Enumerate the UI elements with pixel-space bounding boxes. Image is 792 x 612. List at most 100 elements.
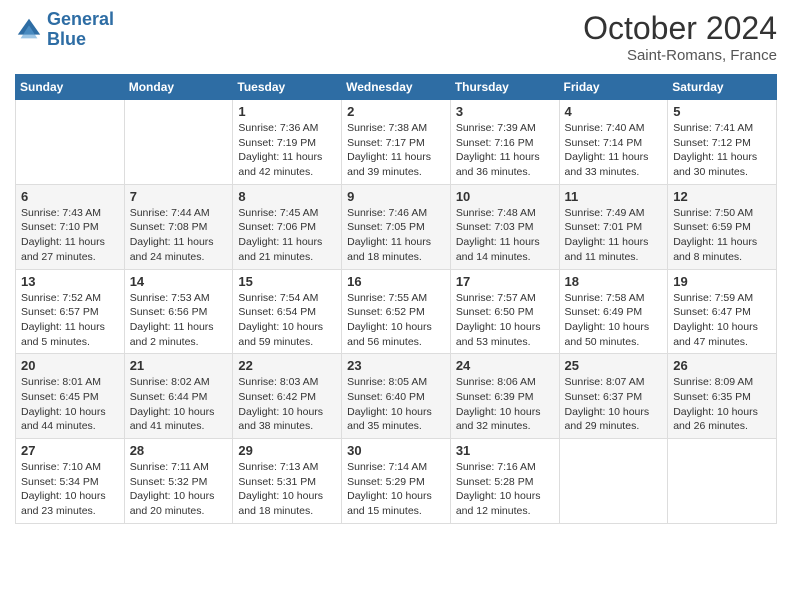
day-number: 27 <box>21 443 119 458</box>
day-cell: 13 Sunrise: 7:52 AM Sunset: 6:57 PM Dayli… <box>16 269 125 354</box>
day-info: Sunrise: 7:11 AM Sunset: 5:32 PM Dayligh… <box>130 460 228 519</box>
day-info: Sunrise: 8:09 AM Sunset: 6:35 PM Dayligh… <box>673 375 771 434</box>
day-info: Sunrise: 7:57 AM Sunset: 6:50 PM Dayligh… <box>456 291 554 350</box>
day-number: 16 <box>347 274 445 289</box>
day-number: 21 <box>130 358 228 373</box>
day-info: Sunrise: 7:48 AM Sunset: 7:03 PM Dayligh… <box>456 206 554 265</box>
day-cell: 25 Sunrise: 8:07 AM Sunset: 6:37 PM Dayli… <box>559 354 668 439</box>
day-cell: 21 Sunrise: 8:02 AM Sunset: 6:44 PM Dayli… <box>124 354 233 439</box>
day-cell: 31 Sunrise: 7:16 AM Sunset: 5:28 PM Dayli… <box>450 439 559 524</box>
day-number: 4 <box>565 104 663 119</box>
day-number: 19 <box>673 274 771 289</box>
day-number: 23 <box>347 358 445 373</box>
day-info: Sunrise: 7:16 AM Sunset: 5:28 PM Dayligh… <box>456 460 554 519</box>
day-number: 28 <box>130 443 228 458</box>
day-number: 25 <box>565 358 663 373</box>
day-number: 31 <box>456 443 554 458</box>
day-cell: 30Sunrise: 7:14 AM Sunset: 5:29 PM Dayli… <box>342 439 451 524</box>
day-cell: 26 Sunrise: 8:09 AM Sunset: 6:35 PM Dayli… <box>668 354 777 439</box>
day-cell: 11Sunrise: 7:49 AM Sunset: 7:01 PM Dayli… <box>559 184 668 269</box>
col-header-monday: Monday <box>124 75 233 100</box>
day-number: 20 <box>21 358 119 373</box>
title-block: October 2024 Saint-Romans, France <box>583 10 777 64</box>
day-info: Sunrise: 7:59 AM Sunset: 6:47 PM Dayligh… <box>673 291 771 350</box>
week-row-1: 1Sunrise: 7:36 AM Sunset: 7:19 PM Daylig… <box>16 100 777 185</box>
header-row: SundayMondayTuesdayWednesdayThursdayFrid… <box>16 75 777 100</box>
col-header-wednesday: Wednesday <box>342 75 451 100</box>
day-cell: 16 Sunrise: 7:55 AM Sunset: 6:52 PM Dayli… <box>342 269 451 354</box>
day-cell: 7 Sunrise: 7:44 AM Sunset: 7:08 PM Daylig… <box>124 184 233 269</box>
day-info: Sunrise: 7:45 AM Sunset: 7:06 PM Dayligh… <box>238 206 336 265</box>
day-info: Sunrise: 7:39 AM Sunset: 7:16 PM Dayligh… <box>456 121 554 180</box>
calendar-body: 1Sunrise: 7:36 AM Sunset: 7:19 PM Daylig… <box>16 100 777 524</box>
day-cell: 24 Sunrise: 8:06 AM Sunset: 6:39 PM Dayli… <box>450 354 559 439</box>
calendar-table: SundayMondayTuesdayWednesdayThursdayFrid… <box>15 74 777 524</box>
day-info: Sunrise: 8:03 AM Sunset: 6:42 PM Dayligh… <box>238 375 336 434</box>
day-cell: 10Sunrise: 7:48 AM Sunset: 7:03 PM Dayli… <box>450 184 559 269</box>
logo: General Blue <box>15 10 114 50</box>
col-header-saturday: Saturday <box>668 75 777 100</box>
day-number: 18 <box>565 274 663 289</box>
day-number: 15 <box>238 274 336 289</box>
day-cell <box>16 100 125 185</box>
day-cell: 19 Sunrise: 7:59 AM Sunset: 6:47 PM Dayli… <box>668 269 777 354</box>
day-number: 6 <box>21 189 119 204</box>
day-cell: 1Sunrise: 7:36 AM Sunset: 7:19 PM Daylig… <box>233 100 342 185</box>
calendar-title: October 2024 <box>583 10 777 47</box>
day-cell: 8 Sunrise: 7:45 AM Sunset: 7:06 PM Daylig… <box>233 184 342 269</box>
day-number: 11 <box>565 189 663 204</box>
day-info: Sunrise: 8:01 AM Sunset: 6:45 PM Dayligh… <box>21 375 119 434</box>
logo-icon <box>15 16 43 44</box>
day-cell: 5 Sunrise: 7:41 AM Sunset: 7:12 PM Daylig… <box>668 100 777 185</box>
day-cell: 18 Sunrise: 7:58 AM Sunset: 6:49 PM Dayli… <box>559 269 668 354</box>
day-info: Sunrise: 7:58 AM Sunset: 6:49 PM Dayligh… <box>565 291 663 350</box>
day-number: 22 <box>238 358 336 373</box>
day-info: Sunrise: 7:13 AM Sunset: 5:31 PM Dayligh… <box>238 460 336 519</box>
logo-text: General Blue <box>47 10 114 50</box>
day-info: Sunrise: 7:43 AM Sunset: 7:10 PM Dayligh… <box>21 206 119 265</box>
day-number: 29 <box>238 443 336 458</box>
day-cell: 23 Sunrise: 8:05 AM Sunset: 6:40 PM Dayli… <box>342 354 451 439</box>
day-number: 14 <box>130 274 228 289</box>
day-info: Sunrise: 8:02 AM Sunset: 6:44 PM Dayligh… <box>130 375 228 434</box>
day-number: 24 <box>456 358 554 373</box>
col-header-friday: Friday <box>559 75 668 100</box>
day-number: 1 <box>238 104 336 119</box>
col-header-sunday: Sunday <box>16 75 125 100</box>
day-cell <box>668 439 777 524</box>
day-cell: 2Sunrise: 7:38 AM Sunset: 7:17 PM Daylig… <box>342 100 451 185</box>
day-cell: 6 Sunrise: 7:43 AM Sunset: 7:10 PM Daylig… <box>16 184 125 269</box>
day-cell: 20 Sunrise: 8:01 AM Sunset: 6:45 PM Dayli… <box>16 354 125 439</box>
day-cell: 14Sunrise: 7:53 AM Sunset: 6:56 PM Dayli… <box>124 269 233 354</box>
day-info: Sunrise: 7:44 AM Sunset: 7:08 PM Dayligh… <box>130 206 228 265</box>
week-row-5: 27 Sunrise: 7:10 AM Sunset: 5:34 PM Dayli… <box>16 439 777 524</box>
day-info: Sunrise: 8:07 AM Sunset: 6:37 PM Dayligh… <box>565 375 663 434</box>
day-info: Sunrise: 7:52 AM Sunset: 6:57 PM Dayligh… <box>21 291 119 350</box>
day-number: 5 <box>673 104 771 119</box>
day-info: Sunrise: 8:06 AM Sunset: 6:39 PM Dayligh… <box>456 375 554 434</box>
day-number: 9 <box>347 189 445 204</box>
day-number: 3 <box>456 104 554 119</box>
day-number: 26 <box>673 358 771 373</box>
day-number: 13 <box>21 274 119 289</box>
day-number: 7 <box>130 189 228 204</box>
col-header-thursday: Thursday <box>450 75 559 100</box>
day-number: 12 <box>673 189 771 204</box>
day-cell: 22 Sunrise: 8:03 AM Sunset: 6:42 PM Dayli… <box>233 354 342 439</box>
day-cell <box>124 100 233 185</box>
day-number: 30 <box>347 443 445 458</box>
day-info: Sunrise: 7:41 AM Sunset: 7:12 PM Dayligh… <box>673 121 771 180</box>
day-info: Sunrise: 7:10 AM Sunset: 5:34 PM Dayligh… <box>21 460 119 519</box>
day-info: Sunrise: 7:40 AM Sunset: 7:14 PM Dayligh… <box>565 121 663 180</box>
col-header-tuesday: Tuesday <box>233 75 342 100</box>
day-cell: 15Sunrise: 7:54 AM Sunset: 6:54 PM Dayli… <box>233 269 342 354</box>
day-info: Sunrise: 7:55 AM Sunset: 6:52 PM Dayligh… <box>347 291 445 350</box>
day-info: Sunrise: 7:50 AM Sunset: 6:59 PM Dayligh… <box>673 206 771 265</box>
day-cell: 29 Sunrise: 7:13 AM Sunset: 5:31 PM Dayli… <box>233 439 342 524</box>
page-header: General Blue October 2024 Saint-Romans, … <box>15 10 777 64</box>
day-cell: 9Sunrise: 7:46 AM Sunset: 7:05 PM Daylig… <box>342 184 451 269</box>
day-cell: 27 Sunrise: 7:10 AM Sunset: 5:34 PM Dayli… <box>16 439 125 524</box>
day-number: 8 <box>238 189 336 204</box>
day-number: 2 <box>347 104 445 119</box>
day-info: Sunrise: 8:05 AM Sunset: 6:40 PM Dayligh… <box>347 375 445 434</box>
